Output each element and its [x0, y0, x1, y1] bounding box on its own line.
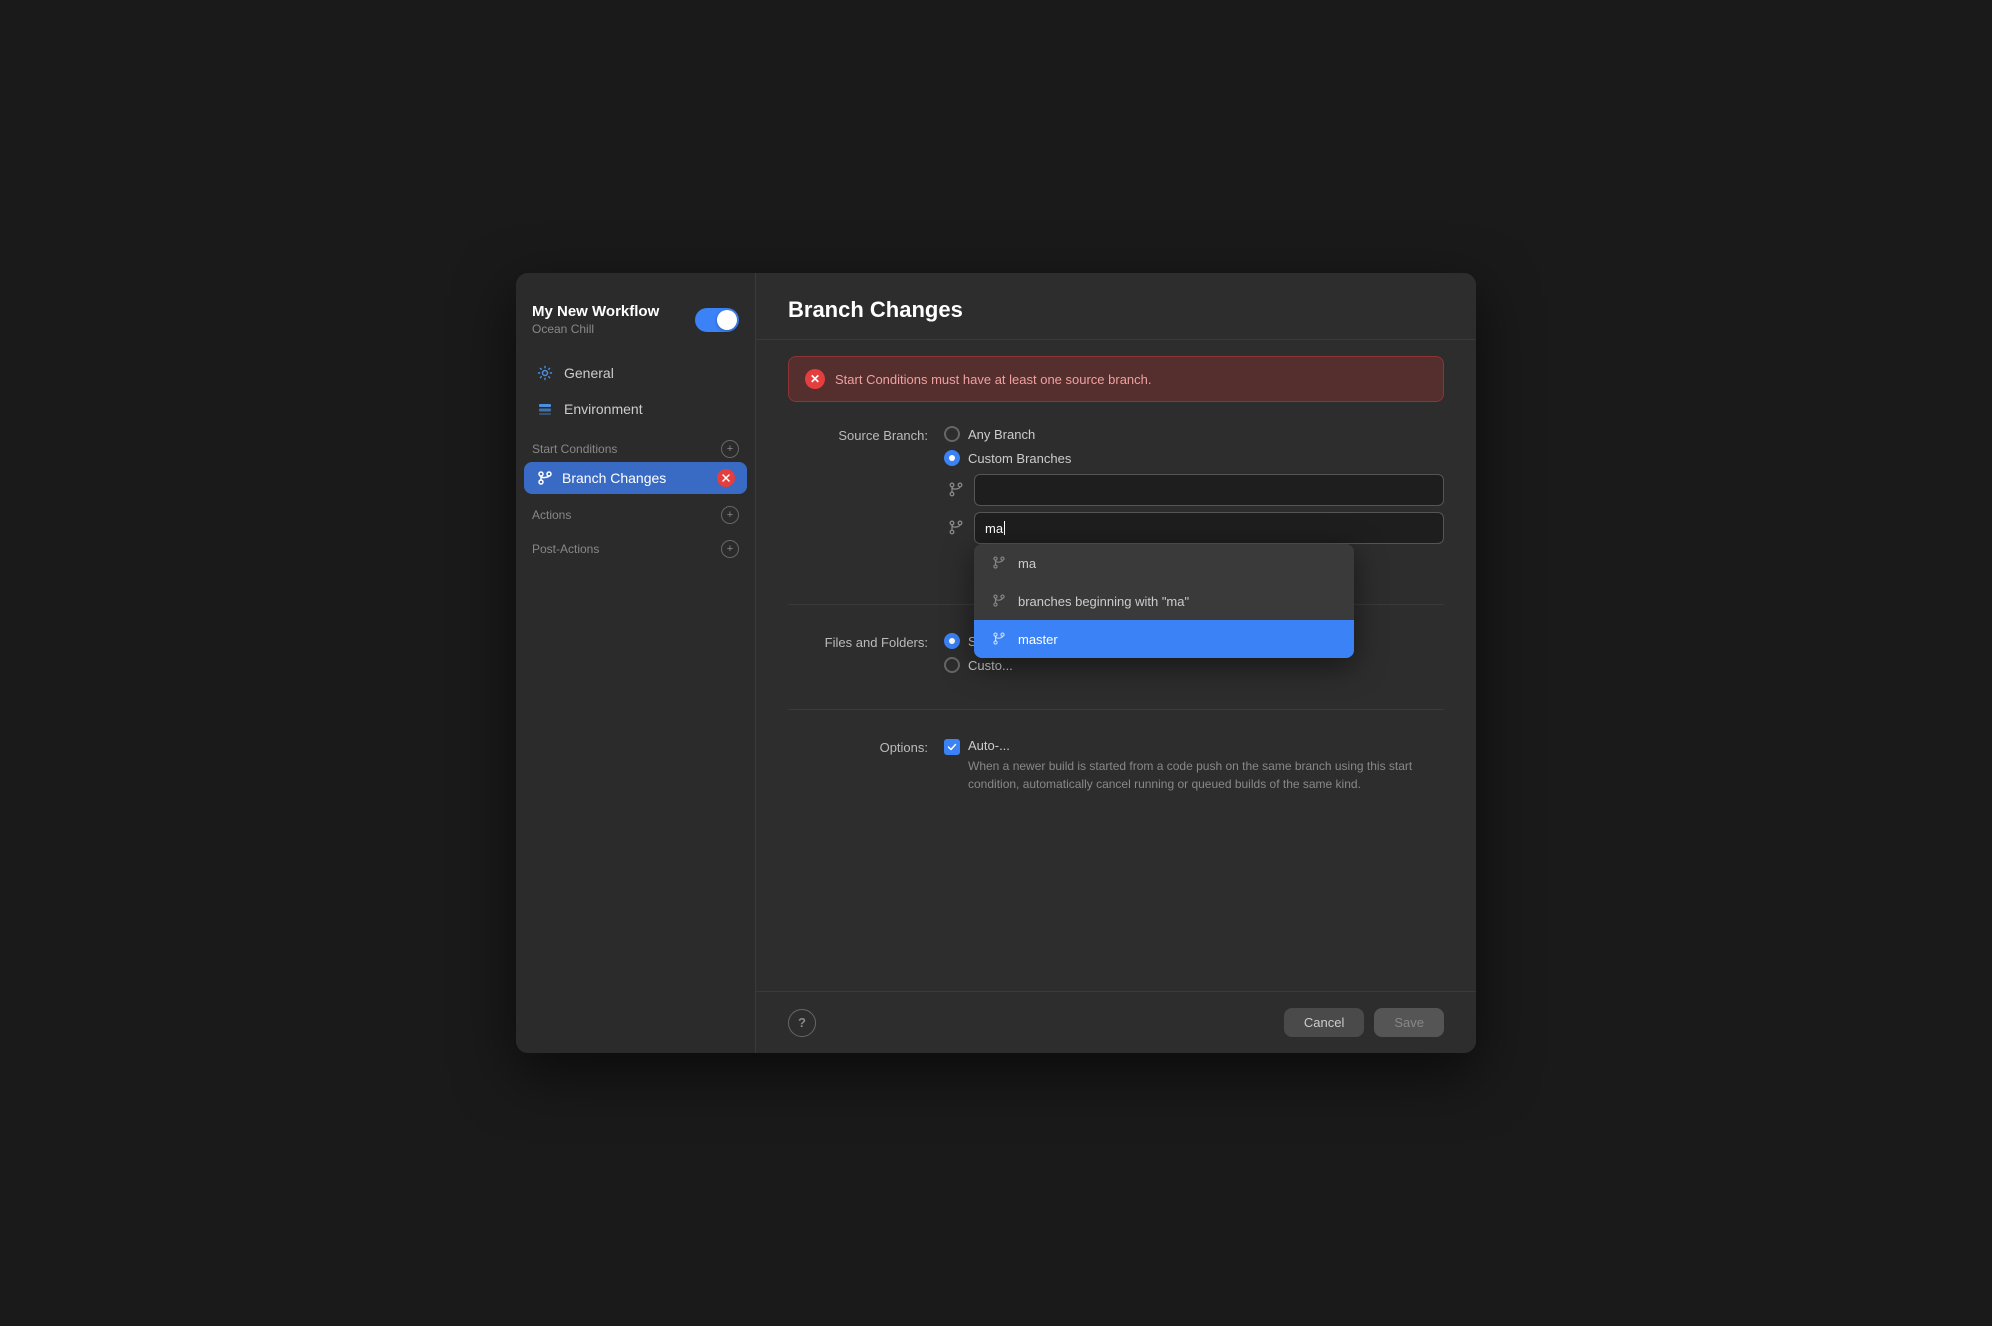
files-start-radio[interactable]: [944, 633, 960, 649]
files-folders-label: Files and Folders:: [788, 633, 928, 650]
options-section: Options: Auto-... When a newer build is …: [788, 738, 1444, 829]
branch-input-area: ma +: [946, 474, 1444, 570]
branch-changes-label: Branch Changes: [562, 470, 666, 486]
empty-branch-input[interactable]: [974, 474, 1444, 506]
branch-typing-icon: [946, 518, 966, 538]
footer-buttons: Cancel Save: [1284, 1008, 1444, 1037]
options-label: Options:: [788, 738, 928, 755]
auto-cancel-row: Auto-... When a newer build is started f…: [944, 738, 1444, 793]
help-label: ?: [798, 1015, 806, 1030]
selected-item-left: Branch Changes: [536, 469, 666, 487]
custom-branches-label: Custom Branches: [968, 451, 1071, 466]
any-branch-option[interactable]: Any Branch: [944, 426, 1444, 442]
any-branch-label: Any Branch: [968, 427, 1035, 442]
actions-section: Actions +: [516, 494, 755, 528]
custom-branches-option[interactable]: Custom Branches: [944, 450, 1444, 466]
error-banner: ✕ Start Conditions must have at least on…: [788, 356, 1444, 402]
remove-branch-changes-button[interactable]: [717, 469, 735, 487]
error-message: Start Conditions must have at least one …: [835, 372, 1152, 387]
main-body: Source Branch: Any Branch Custom Branche…: [756, 402, 1476, 991]
dropdown-branch-icon-beginning: [990, 592, 1008, 610]
source-branch-section: Source Branch: Any Branch Custom Branche…: [788, 426, 1444, 605]
empty-branch-row: [946, 474, 1444, 506]
actions-label: Actions: [532, 508, 571, 522]
add-start-condition-button[interactable]: +: [721, 440, 739, 458]
custom-branches-radio[interactable]: [944, 450, 960, 466]
sidebar-item-environment[interactable]: Environment: [524, 392, 747, 426]
main-footer: ? Cancel Save: [756, 991, 1476, 1053]
toggle-knob: [717, 310, 737, 330]
dropdown-label-beginning: branches beginning with "ma": [1018, 594, 1189, 609]
sidebar-nav: General Environment: [516, 356, 755, 428]
dropdown-item-master[interactable]: master: [974, 620, 1354, 658]
branch-icon: [536, 469, 554, 487]
cursor: [1004, 521, 1005, 535]
dropdown-label-master: master: [1018, 632, 1058, 647]
workflow-subtitle: Ocean Chill: [532, 322, 659, 336]
branch-text-input[interactable]: ma: [974, 512, 1444, 544]
save-button[interactable]: Save: [1374, 1008, 1444, 1037]
workflow-toggle[interactable]: [695, 308, 739, 332]
source-branch-controls: Any Branch Custom Branches: [944, 426, 1444, 466]
main-window: My New Workflow Ocean Chill General: [516, 273, 1476, 1053]
source-branch-row: Source Branch: Any Branch Custom Branche…: [788, 426, 1444, 466]
post-actions-label: Post-Actions: [532, 542, 599, 556]
dropdown-item-ma[interactable]: ma: [974, 544, 1354, 582]
sidebar-item-general[interactable]: General: [524, 356, 747, 390]
layers-icon: [536, 400, 554, 418]
help-button[interactable]: ?: [788, 1009, 816, 1037]
workflow-name: My New Workflow: [532, 303, 659, 320]
environment-label: Environment: [564, 401, 643, 417]
main-header: Branch Changes: [756, 273, 1476, 340]
auto-cancel-checkbox[interactable]: [944, 739, 960, 755]
dropdown-branch-icon-master: [990, 630, 1008, 648]
start-conditions-section: Start Conditions +: [516, 428, 755, 462]
dropdown-label-ma: ma: [1018, 556, 1036, 571]
branch-input-value: ma: [985, 521, 1003, 536]
add-action-button[interactable]: +: [721, 506, 739, 524]
dropdown-branch-icon-ma: [990, 554, 1008, 572]
sidebar-item-branch-changes[interactable]: Branch Changes: [524, 462, 747, 494]
cancel-button[interactable]: Cancel: [1284, 1008, 1364, 1037]
files-custom-option[interactable]: Custo...: [944, 657, 1444, 673]
auto-cancel-label-group: Auto-... When a newer build is started f…: [968, 738, 1444, 793]
auto-cancel-label: Auto-...: [968, 738, 1444, 753]
sidebar: My New Workflow Ocean Chill General: [516, 273, 756, 1053]
post-actions-section: Post-Actions +: [516, 528, 755, 562]
sidebar-header: My New Workflow Ocean Chill: [516, 293, 755, 356]
options-controls: Auto-... When a newer build is started f…: [944, 738, 1444, 793]
files-custom-radio[interactable]: [944, 657, 960, 673]
branch-row-icon: [946, 480, 966, 500]
files-custom-label: Custo...: [968, 658, 1013, 673]
add-post-action-button[interactable]: +: [721, 540, 739, 558]
error-icon: ✕: [805, 369, 825, 389]
dropdown-item-beginning[interactable]: branches beginning with "ma": [974, 582, 1354, 620]
start-conditions-label: Start Conditions: [532, 442, 617, 456]
workflow-info: My New Workflow Ocean Chill: [532, 303, 659, 336]
source-branch-label: Source Branch:: [788, 426, 928, 443]
any-branch-radio[interactable]: [944, 426, 960, 442]
branch-typing-row: ma: [946, 512, 1444, 544]
main-content: Branch Changes ✕ Start Conditions must h…: [756, 273, 1476, 1053]
auto-cancel-desc: When a newer build is started from a cod…: [968, 757, 1444, 793]
general-label: General: [564, 365, 614, 381]
options-row: Options: Auto-... When a newer build is …: [788, 738, 1444, 793]
branch-dropdown: ma branches beginnin: [974, 544, 1354, 658]
gear-icon: [536, 364, 554, 382]
page-title: Branch Changes: [788, 297, 1444, 323]
